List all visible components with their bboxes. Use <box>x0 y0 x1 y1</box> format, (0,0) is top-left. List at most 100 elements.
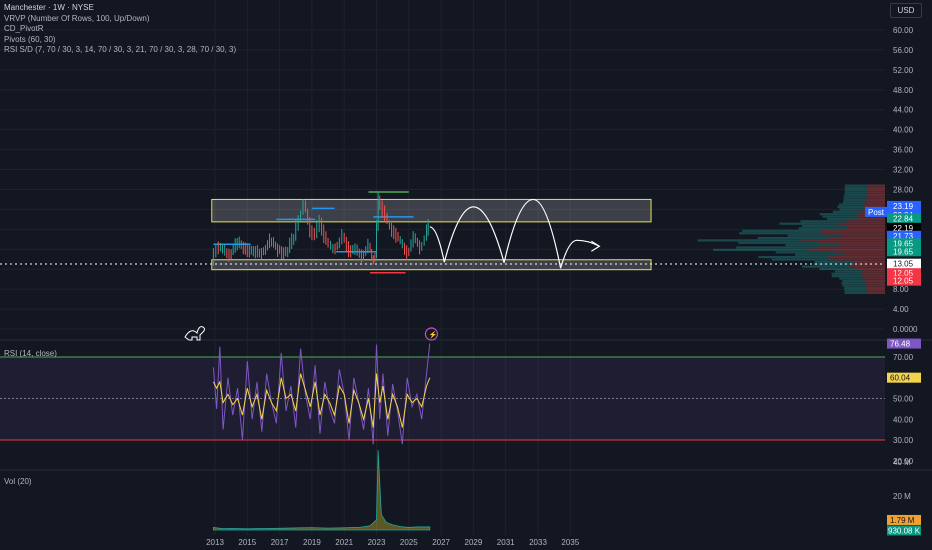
x-tick-label: 2031 <box>497 538 515 547</box>
vrvp-bar-down <box>864 203 885 206</box>
y-tick-label: 56.00 <box>893 46 914 55</box>
vrvp-bar-up <box>843 196 867 199</box>
price-tag-label: 19.65 <box>893 247 914 256</box>
vrvp-bar-down <box>865 284 885 287</box>
vrvp-bar-up <box>822 215 857 218</box>
vrvp-bar-up <box>819 267 856 271</box>
vrvp-bar-down <box>835 251 885 254</box>
vrvp-bar-up <box>802 225 848 228</box>
vrvp-bar-down <box>864 277 885 280</box>
vrvp-bar-down <box>866 184 885 187</box>
price-tag-label: 23.19 <box>893 202 914 211</box>
indicator-pivots[interactable]: Pivots (60, 30) <box>4 35 236 46</box>
resistance-zone <box>211 198 652 223</box>
vrvp-bar-up <box>844 194 867 197</box>
vrvp-bar-up <box>844 184 867 187</box>
vrvp-bar-up <box>814 260 854 263</box>
vrvp-bar-up <box>839 208 865 211</box>
y-tick-label: 52.00 <box>893 66 914 75</box>
vrvp-bar-up <box>843 198 867 201</box>
x-tick-label: 2015 <box>238 538 256 547</box>
y-tick-label: 28.00 <box>893 185 914 194</box>
y-tick-label: 60.00 <box>893 26 914 35</box>
vrvp-bar-up <box>831 272 861 275</box>
vrvp-bar-up <box>779 222 838 225</box>
vrvp-bar-down <box>840 244 885 247</box>
vrvp-bar-down <box>866 191 885 194</box>
vrvp-bar-down <box>853 260 885 263</box>
indicator-legend: Manchester · 1W · NYSE VRVP (Number Of R… <box>4 3 236 56</box>
x-tick-label: 2017 <box>271 538 289 547</box>
rsi-ma-label: 60.04 <box>890 374 911 383</box>
vrvp-bar-up <box>842 284 866 287</box>
rsi-tick-label: 70.00 <box>893 353 914 362</box>
vrvp-bar-down <box>858 217 885 221</box>
vrvp-bar-up <box>819 213 856 216</box>
vrvp-bar-up <box>713 248 808 252</box>
vrvp-bar-up <box>798 227 847 230</box>
vrvp-bar-down <box>855 267 885 271</box>
x-tick-label: 2033 <box>529 538 547 547</box>
vrvp-bar-down <box>866 186 885 190</box>
vrvp-bar-up <box>839 277 865 280</box>
volume-pane-title[interactable]: Vol (20) <box>4 477 32 486</box>
price-tag-label: 13.05 <box>893 260 914 269</box>
vrvp-bar-down <box>837 222 885 225</box>
symbol-title[interactable]: Manchester · 1W · NYSE <box>4 3 236 14</box>
vrvp-bar-down <box>818 241 885 244</box>
vrvp-bar-down <box>866 198 885 201</box>
vrvp-bar-up <box>841 282 866 285</box>
vrvp-bar-up <box>738 241 819 244</box>
vrvp-bar-up <box>787 234 842 237</box>
vrvp-bar-up <box>735 246 818 249</box>
vrvp-bar-up <box>844 286 867 290</box>
indicator-rsi-sd[interactable]: RSI S/D (7, 70 / 30, 3, 14, 70 / 30, 3, … <box>4 45 236 56</box>
x-tick-label: 2027 <box>432 538 450 547</box>
y-tick-label: 40.00 <box>893 126 914 135</box>
x-tick-label: 2035 <box>561 538 579 547</box>
vrvp-bar-up <box>800 220 847 223</box>
y-tick-label: 8.00 <box>893 285 909 294</box>
vrvp-bar-up <box>844 191 867 194</box>
vrvp-bar-down <box>860 272 885 275</box>
x-tick-label: 2021 <box>335 538 353 547</box>
vrvp-bar-up <box>844 289 867 292</box>
volume-tick-label: 20 M <box>893 492 911 501</box>
vrvp-bar-down <box>866 291 885 294</box>
currency-button[interactable]: USD <box>890 3 922 18</box>
vrvp-bar-up <box>844 186 867 190</box>
vrvp-bar-up <box>785 244 841 247</box>
vrvp-bar-down <box>817 246 885 249</box>
vrvp-bar-up <box>834 270 863 273</box>
vrvp-bar-down <box>827 236 885 240</box>
vrvp-bar-up <box>844 189 867 192</box>
chart-canvas[interactable]: 2013 2015 2017 2019 2021 2023 2025 2027 2029 2031… <box>0 0 932 550</box>
vrvp-bar-down <box>828 255 885 259</box>
vrvp-bar-down <box>866 286 885 290</box>
rsi-tick-label: 40.00 <box>893 415 914 424</box>
x-tick-label: 2013 <box>206 538 224 547</box>
vrvp-bar-down <box>865 279 885 283</box>
vrvp-bar-up <box>802 265 848 268</box>
y-tick-label: 36.00 <box>893 146 914 155</box>
x-tick-label: 2023 <box>368 538 386 547</box>
vrvp-bar-down <box>846 220 885 223</box>
vrvp-bar-down <box>866 201 885 204</box>
rsi-pane-title[interactable]: RSI (14, close) <box>4 349 57 358</box>
support-zone <box>211 259 652 271</box>
x-tick-label: 2025 <box>400 538 418 547</box>
indicator-vrvp[interactable]: VRVP (Number Of Rows, 100, Up/Down) <box>4 14 236 25</box>
vrvp-bar-down <box>807 248 885 252</box>
vrvp-bar-up <box>742 229 821 232</box>
y-tick-label: 48.00 <box>893 86 914 95</box>
vrvp-bar-up <box>844 291 867 294</box>
vrvp-bar-up <box>837 205 864 209</box>
vrvp-bar-up <box>827 217 859 221</box>
vrvp-bar-up <box>832 210 862 213</box>
vrvp-bar-down <box>862 270 885 273</box>
vrvp-bar-up <box>771 258 835 261</box>
vrvp-bar-up <box>838 203 865 206</box>
indicator-pivotr[interactable]: CD_PivotR <box>4 24 236 35</box>
vrvp-bar-down <box>847 225 885 228</box>
vrvp-bar-down <box>866 289 885 292</box>
